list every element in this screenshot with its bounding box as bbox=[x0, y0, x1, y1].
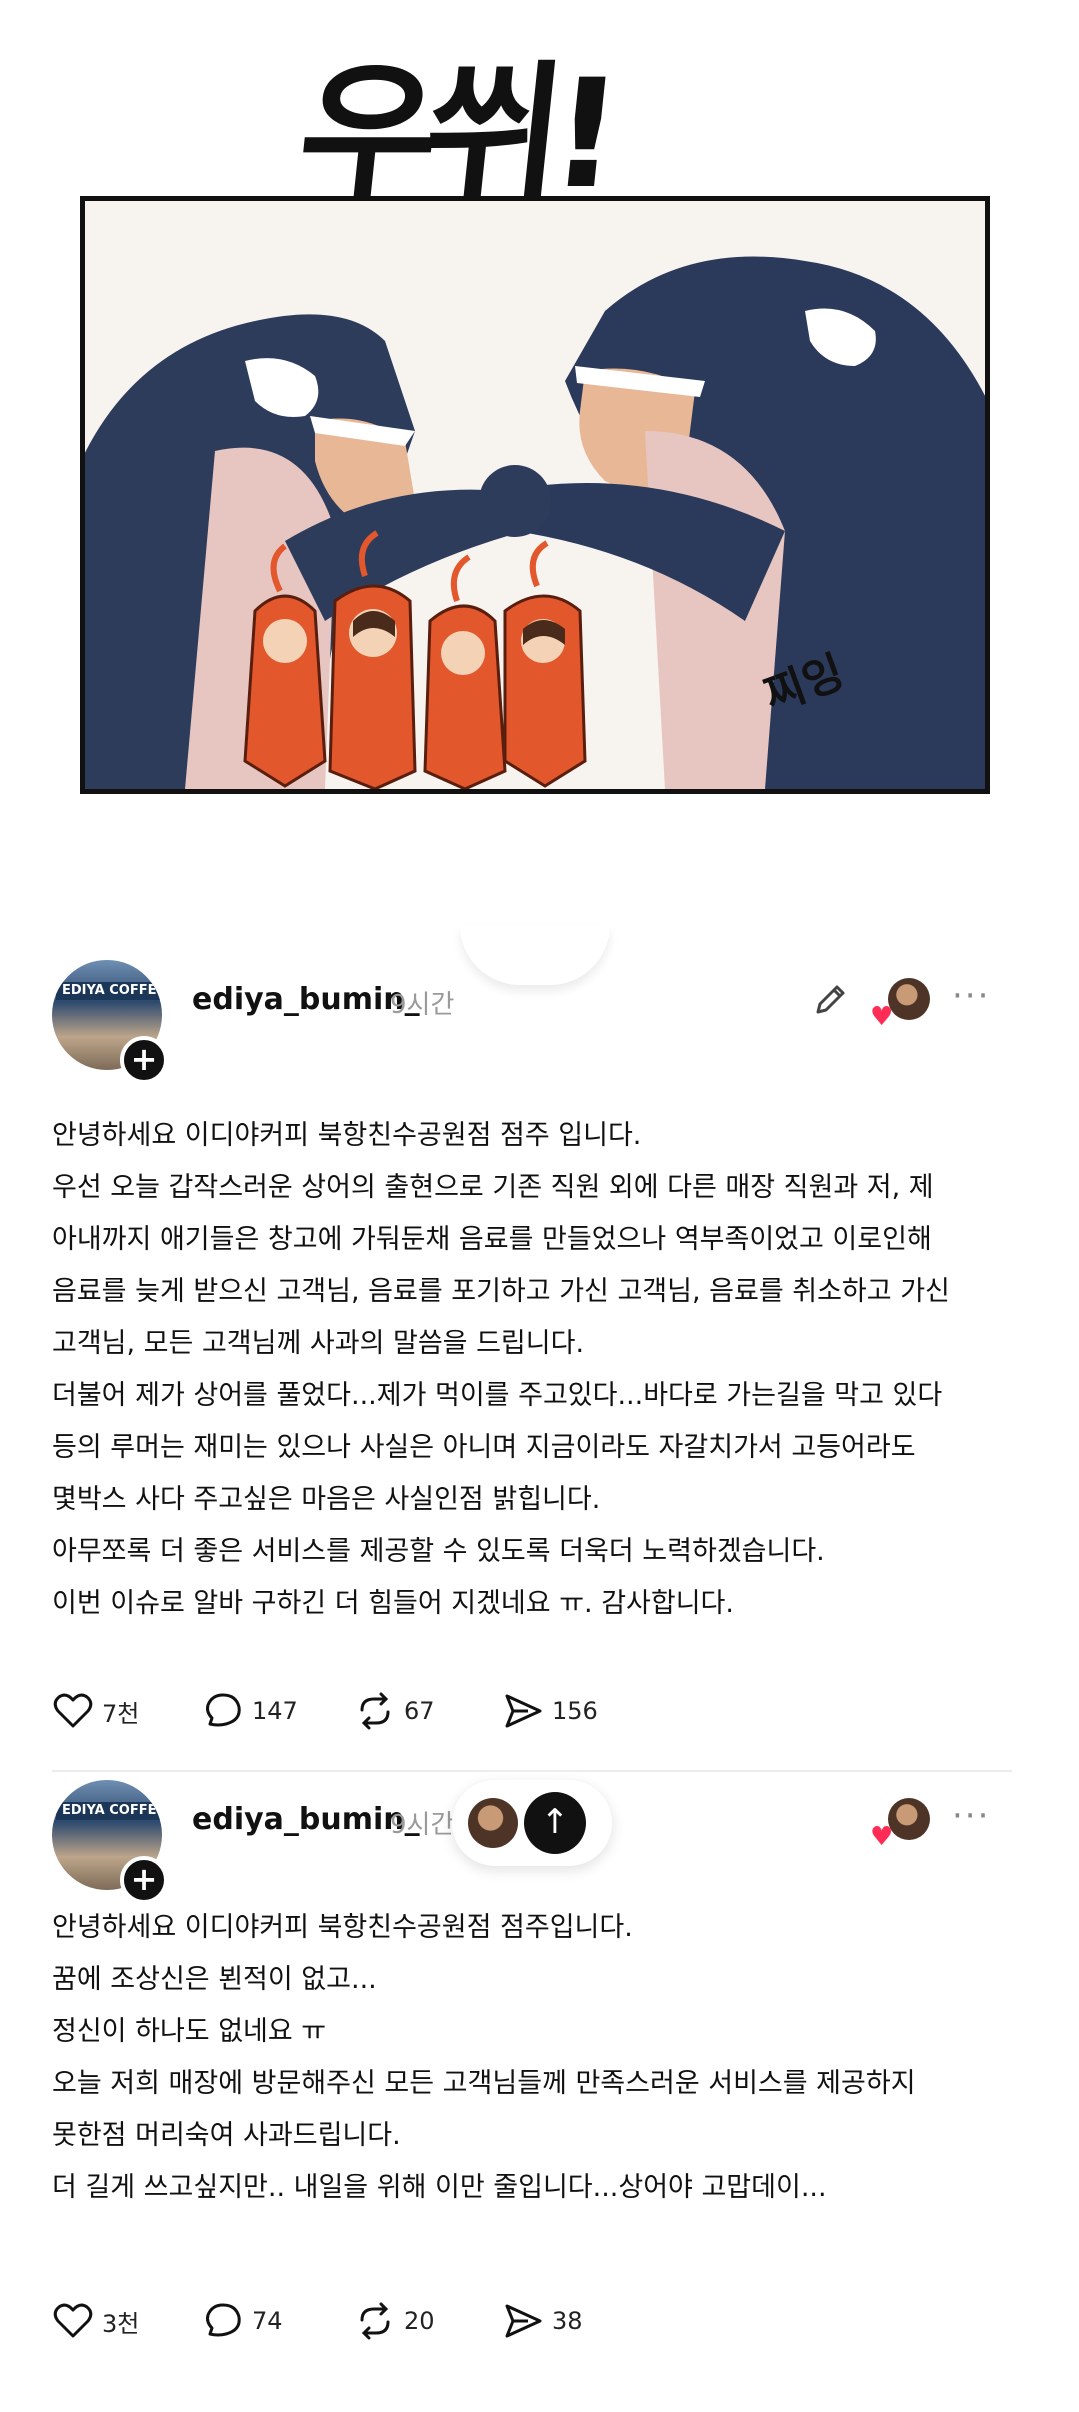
post-line: 안녕하세요 이디야커피 북항친수공원점 점주 입니다. bbox=[52, 1120, 642, 1151]
like-count: 7천 bbox=[102, 1699, 140, 1728]
comment-count: 74 bbox=[252, 2307, 283, 2335]
comment-button[interactable]: 74 bbox=[202, 2296, 283, 2346]
post-line: 못한점 머리숙여 사과드립니다. bbox=[52, 2120, 401, 2151]
new-post-avatar bbox=[468, 1798, 518, 1848]
like-button[interactable]: 7천 bbox=[52, 1686, 139, 1736]
avatar-sign-text: EDIYA COFFEE bbox=[56, 982, 162, 1000]
post-time: 9시간 bbox=[390, 990, 455, 1020]
post-body: 안녕하세요 이디야커피 북항친수공원점 점주입니다. 꿈에 조상신은 뵌적이 없… bbox=[52, 1902, 1032, 2214]
avatar-sign-text: EDIYA COFFEE bbox=[56, 1802, 162, 1820]
heart-icon bbox=[53, 1693, 93, 1728]
comic-drawing bbox=[85, 201, 985, 789]
post-line: 오늘 저희 매장에 방문해주신 모든 고객님들께 만족스러운 서비스를 제공하지 bbox=[52, 2068, 916, 2099]
share-button[interactable]: 156 bbox=[502, 1686, 598, 1736]
post-line: 음료를 늦게 받으신 고객님, 음료를 포기하고 가신 고객님, 음료를 취소하… bbox=[52, 1276, 950, 1307]
post-line: 고객님, 모든 고객님께 사과의 말씀을 드립니다. bbox=[52, 1328, 585, 1359]
share-count: 156 bbox=[552, 1697, 598, 1725]
comment-icon bbox=[206, 2303, 241, 2337]
repost-button[interactable]: 67 bbox=[354, 1686, 435, 1736]
more-icon[interactable]: ··· bbox=[952, 979, 990, 1013]
post-divider bbox=[52, 1770, 1012, 1772]
post-line: 이번 이슈로 알바 구하긴 더 힘들어 지겠네요 ㅠ. 감사합니다. bbox=[52, 1588, 734, 1619]
share-icon bbox=[505, 2304, 542, 2338]
post-line: 안녕하세요 이디야커피 북항친수공원점 점주입니다. bbox=[52, 1912, 633, 1943]
post-line: 정신이 하나도 없네요 ㅠ bbox=[52, 2016, 327, 2047]
more-icon[interactable]: ··· bbox=[952, 1799, 990, 1833]
share-count: 38 bbox=[552, 2307, 583, 2335]
heart-icon: ♥ bbox=[870, 1002, 894, 1032]
like-count: 3천 bbox=[102, 2309, 140, 2338]
post-line: 아내까지 애기들은 창고에 가둬둔채 음료를 만들었으나 역부족이었고 이로인해 bbox=[52, 1224, 932, 1255]
username[interactable]: ediya_bumin_ bbox=[192, 1802, 420, 1837]
comment-button[interactable]: 147 bbox=[202, 1686, 298, 1736]
follow-plus-icon[interactable]: + bbox=[120, 1036, 168, 1084]
follow-plus-icon[interactable]: + bbox=[120, 1856, 168, 1904]
post-time: 9시간 bbox=[390, 1810, 455, 1840]
post-line: 몇박스 사다 주고싶은 마음은 사실인점 밝힙니다. bbox=[52, 1484, 601, 1515]
arrow-up-icon[interactable]: ↑ bbox=[524, 1792, 586, 1854]
repost-icon bbox=[360, 2302, 390, 2340]
share-icon bbox=[505, 1694, 542, 1728]
comic-image: 우쒸! 찌잉 bbox=[0, 0, 1079, 900]
comment-icon bbox=[206, 1693, 241, 1727]
share-button[interactable]: 38 bbox=[502, 2296, 583, 2346]
heart-icon bbox=[53, 2303, 93, 2338]
post-line: 더불어 제가 상어를 풀었다...제가 먹이를 주고있다...바다로 가는길을 … bbox=[52, 1380, 943, 1411]
comic-sfx-main: 우쒸! bbox=[290, 48, 618, 222]
post-line: 우선 오늘 갑작스러운 상어의 출현으로 기존 직원 외에 다른 매장 직원과 … bbox=[52, 1172, 934, 1203]
post-line: 더 길게 쓰고싶지만.. 내일을 위해 이만 줄입니다...상어야 고맙데이..… bbox=[52, 2172, 827, 2203]
like-button[interactable]: 3천 bbox=[52, 2296, 139, 2346]
action-bar: 7천 147 67 156 bbox=[52, 1686, 852, 1736]
scroll-to-top-pill[interactable]: ↑ bbox=[452, 1780, 612, 1866]
edit-icon[interactable] bbox=[810, 980, 850, 1020]
repost-count: 67 bbox=[404, 1697, 435, 1725]
post-line: 아무쪼록 더 좋은 서비스를 제공할 수 있도록 더욱더 노력하겠습니다. bbox=[52, 1536, 825, 1567]
post-line: 꿈에 조상신은 뵌적이 없고... bbox=[52, 1964, 377, 1995]
post-body: 안녕하세요 이디야커피 북항친수공원점 점주 입니다. 우선 오늘 갑작스러운 … bbox=[52, 1110, 1032, 1630]
sheet-handle bbox=[460, 925, 610, 985]
repost-icon bbox=[360, 1692, 390, 1730]
repost-button[interactable]: 20 bbox=[354, 2296, 435, 2346]
action-bar: 3천 74 20 38 bbox=[52, 2296, 852, 2346]
comment-count: 147 bbox=[252, 1697, 298, 1725]
comic-panel bbox=[80, 196, 990, 794]
heart-icon: ♥ bbox=[870, 1822, 894, 1852]
post-line: 등의 루머는 재미는 있으나 사실은 아니며 지금이라도 자갈치가서 고등어라도 bbox=[52, 1432, 916, 1463]
repost-count: 20 bbox=[404, 2307, 435, 2335]
username[interactable]: ediya_bumin_ bbox=[192, 982, 420, 1017]
